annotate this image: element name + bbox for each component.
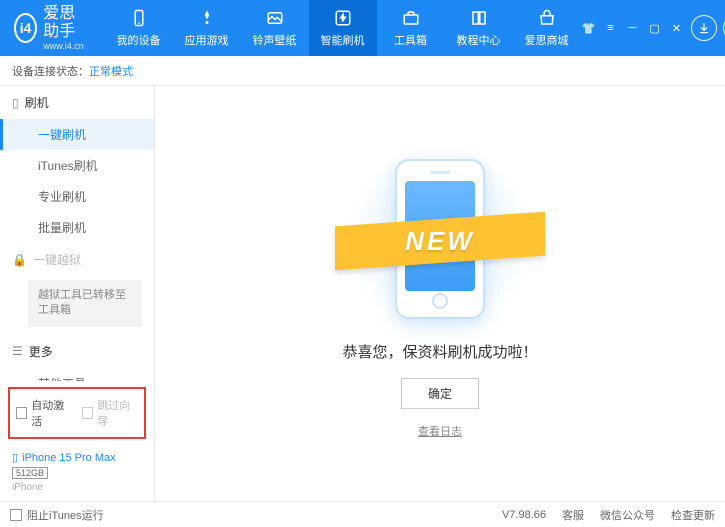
- sidebar-item-oneclick-flash[interactable]: 一键刷机: [0, 119, 154, 150]
- status-label: 设备连接状态：: [12, 63, 89, 79]
- menu-icon[interactable]: ≡: [603, 20, 619, 36]
- main-content: NEW 恭喜您，保资料刷机成功啦！ 确定 查看日志: [155, 86, 725, 501]
- flash-icon: [333, 8, 353, 28]
- success-message: 恭喜您，保资料刷机成功啦！: [342, 341, 537, 362]
- sidebar-header-flash[interactable]: ▯ 刷机: [0, 86, 154, 119]
- sidebar-item-batch-flash[interactable]: 批量刷机: [0, 212, 154, 243]
- app-logo: i4 爱思助手 www.i4.cn: [0, 5, 105, 50]
- phone-small-icon: ▯: [12, 96, 19, 110]
- device-name[interactable]: ▯ iPhone 15 Pro Max: [12, 451, 142, 464]
- nav-tutorials[interactable]: 教程中心: [445, 0, 513, 56]
- book-icon: [469, 8, 489, 28]
- app-name: 爱思助手: [43, 5, 90, 40]
- options-highlight-box: 自动激活 跳过向导: [8, 387, 146, 439]
- device-type: iPhone: [12, 482, 142, 493]
- footer-link-update[interactable]: 检查更新: [671, 507, 715, 523]
- download-button[interactable]: [691, 15, 717, 41]
- sidebar-item-itunes-flash[interactable]: iTunes刷机: [0, 150, 154, 181]
- checkbox-icon: [16, 407, 27, 419]
- nav-flash[interactable]: 智能刷机: [309, 0, 377, 56]
- maximize-icon[interactable]: ▢: [647, 20, 663, 36]
- footer: 阻止iTunes运行 V7.98.66 客服 微信公众号 检查更新: [0, 501, 725, 527]
- ok-button[interactable]: 确定: [401, 378, 479, 409]
- checkbox-icon: [82, 407, 93, 419]
- image-icon: [265, 8, 285, 28]
- success-illustration: NEW: [340, 149, 540, 329]
- device-status-row: 设备连接状态： 正常模式: [0, 56, 725, 86]
- lock-icon: 🔒: [12, 253, 27, 267]
- nav-my-device[interactable]: 我的设备: [105, 0, 173, 56]
- sidebar-header-more[interactable]: ☰ 更多: [0, 335, 154, 368]
- app-url: www.i4.cn: [43, 41, 90, 51]
- device-storage: 512GB: [12, 467, 48, 479]
- list-icon: ☰: [12, 344, 23, 358]
- nav-store[interactable]: 爱思商城: [513, 0, 581, 56]
- sidebar-header-jailbreak: 🔒 一键越狱: [0, 243, 154, 276]
- store-icon: [537, 8, 557, 28]
- view-log-link[interactable]: 查看日志: [418, 423, 462, 439]
- checkbox-skip-guide[interactable]: 跳过向导: [82, 397, 138, 429]
- nav-apps[interactable]: 应用游戏: [173, 0, 241, 56]
- version-label: V7.98.66: [502, 509, 546, 521]
- top-nav: 我的设备 应用游戏 铃声壁纸 智能刷机 工具箱 教程中心 爱思商城: [105, 0, 581, 56]
- nav-toolbox[interactable]: 工具箱: [377, 0, 445, 56]
- sidebar-item-pro-flash[interactable]: 专业刷机: [0, 181, 154, 212]
- shirt-icon[interactable]: 👕: [581, 20, 597, 36]
- sidebar: ▯ 刷机 一键刷机 iTunes刷机 专业刷机 批量刷机 🔒 一键越狱 越狱工具…: [0, 86, 155, 501]
- phone-tiny-icon: ▯: [12, 451, 18, 464]
- nav-ringtones[interactable]: 铃声壁纸: [241, 0, 309, 56]
- phone-icon: [129, 8, 149, 28]
- checkbox-auto-activate[interactable]: 自动激活: [16, 397, 72, 429]
- device-info: ▯ iPhone 15 Pro Max 512GB iPhone: [0, 445, 154, 501]
- toolbox-icon: [401, 8, 421, 28]
- apps-icon: [197, 8, 217, 28]
- checkbox-block-itunes[interactable]: 阻止iTunes运行: [10, 507, 104, 523]
- logo-icon: i4: [14, 13, 37, 43]
- checkbox-icon: [10, 509, 22, 521]
- jailbreak-note: 越狱工具已转移至工具箱: [28, 280, 142, 327]
- close-icon[interactable]: ✕: [669, 20, 685, 36]
- status-value: 正常模式: [89, 63, 133, 79]
- footer-link-wechat[interactable]: 微信公众号: [600, 507, 655, 523]
- minimize-icon[interactable]: ─: [625, 20, 641, 36]
- window-controls: 👕 ≡ ─ ▢ ✕: [581, 0, 725, 56]
- new-ribbon: NEW: [335, 211, 545, 270]
- titlebar: i4 爱思助手 www.i4.cn 我的设备 应用游戏 铃声壁纸 智能刷机 工具…: [0, 0, 725, 56]
- sidebar-item-other-tools[interactable]: 其他工具: [0, 368, 154, 381]
- footer-link-support[interactable]: 客服: [562, 507, 584, 523]
